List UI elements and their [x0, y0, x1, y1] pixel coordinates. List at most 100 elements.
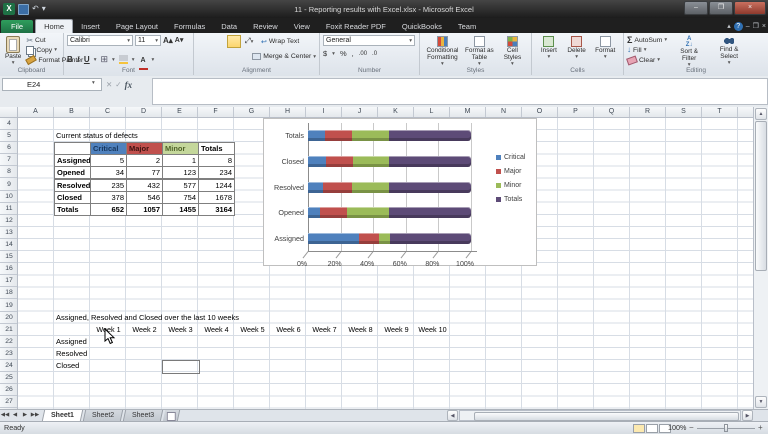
- cell-B24[interactable]: Closed: [54, 360, 79, 372]
- column-header-U[interactable]: U: [738, 107, 753, 118]
- cell-styles-button[interactable]: Cell Styles ▾: [497, 35, 528, 69]
- align-top-button[interactable]: [197, 35, 211, 48]
- column-header-R[interactable]: R: [630, 107, 666, 118]
- cell-B5[interactable]: Current status of defects: [54, 130, 138, 142]
- horizontal-scrollbar[interactable]: ◀ ▶: [447, 410, 753, 421]
- sort-filter-button[interactable]: AZ↓ Sort & Filter ▾: [671, 35, 707, 70]
- insert-function-icon[interactable]: fx: [125, 80, 133, 90]
- ribbon-tab-team[interactable]: Team: [450, 20, 484, 33]
- cell-E21[interactable]: Week 3: [162, 324, 199, 336]
- formula-input[interactable]: [152, 78, 768, 105]
- row-header-4[interactable]: 4: [0, 118, 18, 130]
- cell-D11[interactable]: 1057: [126, 203, 163, 216]
- row-header-20[interactable]: 20: [0, 312, 18, 324]
- cell-F11[interactable]: 3164: [198, 203, 235, 216]
- column-header-D[interactable]: D: [126, 107, 162, 118]
- ribbon-tab-view[interactable]: View: [286, 20, 318, 33]
- minimize-ribbon-icon[interactable]: ▴: [727, 22, 731, 31]
- cell-L21[interactable]: Week 10: [414, 324, 451, 336]
- cell-D21[interactable]: Week 2: [126, 324, 163, 336]
- row-header-10[interactable]: 10: [0, 191, 18, 203]
- align-middle-button[interactable]: [212, 35, 226, 48]
- row-header-22[interactable]: 22: [0, 336, 18, 348]
- cell-G21[interactable]: Week 5: [234, 324, 271, 336]
- align-center-button[interactable]: [208, 50, 218, 63]
- sheet-tab-sheet3[interactable]: Sheet3: [123, 410, 164, 421]
- scroll-down-icon[interactable]: ▼: [755, 396, 767, 408]
- increase-indent-button[interactable]: [240, 50, 250, 63]
- comma-format-button[interactable]: ,: [352, 49, 354, 58]
- bold-button[interactable]: B: [67, 56, 73, 64]
- select-all-corner[interactable]: [0, 107, 18, 118]
- fill-color-button[interactable]: [119, 55, 128, 64]
- column-header-T[interactable]: T: [702, 107, 738, 118]
- align-left-button[interactable]: [197, 50, 207, 63]
- zoom-level[interactable]: 100%: [668, 423, 686, 432]
- vertical-scroll-thumb[interactable]: [755, 121, 767, 271]
- clear-button[interactable]: Clear ▾: [627, 55, 667, 65]
- zoom-out-icon[interactable]: −: [689, 423, 694, 432]
- increase-decimal-button[interactable]: .00: [359, 51, 367, 57]
- row-header-13[interactable]: 13: [0, 227, 18, 239]
- column-header-N[interactable]: N: [486, 107, 522, 118]
- cell-K21[interactable]: Week 9: [378, 324, 415, 336]
- cell-B20[interactable]: Assigned, Resolved and Closed over the l…: [54, 312, 239, 324]
- name-box[interactable]: E24: [2, 78, 102, 91]
- scroll-up-icon[interactable]: ▲: [755, 108, 767, 120]
- currency-format-button[interactable]: $: [323, 49, 327, 58]
- column-header-S[interactable]: S: [666, 107, 702, 118]
- row-header-27[interactable]: 27: [0, 396, 18, 408]
- row-header-23[interactable]: 23: [0, 348, 18, 360]
- cell-I21[interactable]: Week 7: [306, 324, 343, 336]
- ribbon-tab-insert[interactable]: Insert: [73, 20, 108, 33]
- ribbon-tab-foxit-reader-pdf[interactable]: Foxit Reader PDF: [318, 20, 394, 33]
- insert-cells-button[interactable]: Insert ▾: [535, 35, 563, 62]
- sheet-tab-sheet1[interactable]: Sheet1: [42, 410, 83, 421]
- name-box-dropdown-icon[interactable]: ▾: [92, 80, 95, 86]
- decrease-indent-button[interactable]: [229, 50, 239, 63]
- row-header-19[interactable]: 19: [0, 300, 18, 312]
- row-header-8[interactable]: 8: [0, 166, 18, 178]
- cell-C11[interactable]: 652: [90, 203, 127, 216]
- row-header-16[interactable]: 16: [0, 263, 18, 275]
- column-header-G[interactable]: G: [234, 107, 270, 118]
- cell-F21[interactable]: Week 4: [198, 324, 235, 336]
- row-header-26[interactable]: 26: [0, 384, 18, 396]
- cell-B23[interactable]: Resolved: [54, 348, 87, 360]
- cell-B22[interactable]: Assigned: [54, 336, 87, 348]
- scroll-left-icon[interactable]: ◀: [447, 410, 458, 421]
- ribbon-tab-quickbooks[interactable]: QuickBooks: [394, 20, 450, 33]
- column-header-M[interactable]: M: [450, 107, 486, 118]
- cell-E11[interactable]: 1455: [162, 203, 199, 216]
- align-right-button[interactable]: [218, 50, 228, 63]
- horizontal-scroll-thumb[interactable]: [474, 412, 739, 421]
- horizontal-scroll-track[interactable]: [459, 410, 741, 421]
- column-header-L[interactable]: L: [414, 107, 450, 118]
- close-button[interactable]: ×: [734, 1, 766, 15]
- column-header-Q[interactable]: Q: [594, 107, 630, 118]
- column-header-J[interactable]: J: [342, 107, 378, 118]
- scroll-right-icon[interactable]: ▶: [742, 410, 753, 421]
- column-header-I[interactable]: I: [306, 107, 342, 118]
- insert-worksheet-button[interactable]: [163, 410, 180, 421]
- ribbon-tab-page-layout[interactable]: Page Layout: [108, 20, 166, 33]
- row-header-9[interactable]: 9: [0, 179, 18, 191]
- borders-icon[interactable]: ⊞: [100, 54, 108, 65]
- workbook-close-icon[interactable]: ×: [762, 22, 766, 31]
- column-header-H[interactable]: H: [270, 107, 306, 118]
- workbook-minimize-icon[interactable]: –: [746, 22, 750, 31]
- delete-cells-button[interactable]: Delete ▾: [563, 35, 591, 62]
- shrink-font-icon[interactable]: A▾: [175, 37, 184, 45]
- row-header-24[interactable]: 24: [0, 360, 18, 372]
- fill-button[interactable]: ↓ Fill ▾: [627, 45, 667, 55]
- prev-sheet-icon[interactable]: ◀: [10, 410, 20, 421]
- normal-view-icon[interactable]: [633, 424, 645, 433]
- wrap-text-button[interactable]: ↩ Wrap Text: [261, 37, 299, 47]
- row-header-11[interactable]: 11: [0, 203, 18, 215]
- save-icon[interactable]: [18, 4, 29, 15]
- row-header-7[interactable]: 7: [0, 154, 18, 166]
- column-header-P[interactable]: P: [558, 107, 594, 118]
- autosum-button[interactable]: Σ AutoSum ▾: [627, 35, 667, 45]
- minimize-button[interactable]: –: [684, 1, 708, 15]
- cell-H21[interactable]: Week 6: [270, 324, 307, 336]
